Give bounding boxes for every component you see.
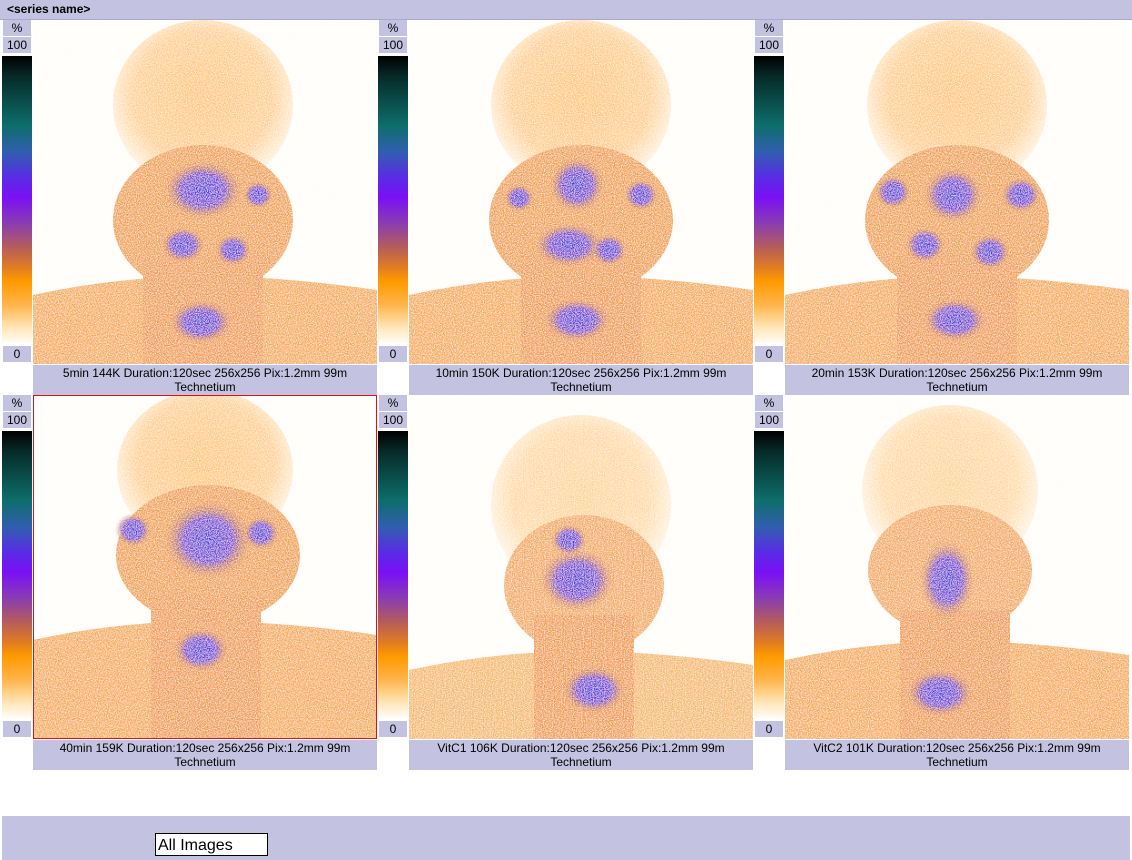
- image-caption: 40min 159K Duration:120sec 256x256 Pix:1…: [33, 740, 377, 770]
- caption-line2: Technetium: [926, 755, 988, 769]
- scan-image-20min[interactable]: [785, 20, 1129, 364]
- scale-min-label: 0: [379, 346, 407, 362]
- scale-unit-label: %: [379, 20, 407, 36]
- caption-line2: Technetium: [550, 380, 612, 394]
- scale-max-label: 100: [755, 412, 783, 428]
- scale-max-label: 100: [3, 412, 31, 428]
- scale-min-label: 0: [3, 346, 31, 362]
- scale-unit-label: %: [379, 395, 407, 411]
- color-scale-bar: [754, 56, 784, 345]
- color-scale-bar: [2, 56, 32, 345]
- color-scale-bar: [378, 431, 408, 720]
- scale-max-label: 100: [3, 37, 31, 53]
- scale-unit-label: %: [755, 395, 783, 411]
- scan-image-5min[interactable]: [33, 20, 377, 364]
- caption-line2: Technetium: [926, 380, 988, 394]
- scan-image-10min[interactable]: [409, 20, 753, 364]
- scale-min-label: 0: [379, 721, 407, 737]
- caption-line2: Technetium: [174, 380, 236, 394]
- image-caption: VitC2 101K Duration:120sec 256x256 Pix:1…: [785, 740, 1129, 770]
- scale-max-label: 100: [755, 37, 783, 53]
- caption-line1: 5min 144K Duration:120sec 256x256 Pix:1.…: [62, 366, 348, 380]
- scale-min-label: 0: [755, 346, 783, 362]
- color-scale-bar: [2, 431, 32, 720]
- scale-unit-label: %: [3, 395, 31, 411]
- color-scale-bar: [378, 56, 408, 345]
- caption-line1: 10min 150K Duration:120sec 256x256 Pix:1…: [435, 366, 727, 380]
- image-caption: 20min 153K Duration:120sec 256x256 Pix:1…: [785, 365, 1129, 395]
- caption-line1: VitC1 106K Duration:120sec 256x256 Pix:1…: [437, 741, 725, 755]
- caption-line2: Technetium: [550, 755, 612, 769]
- caption-line1: VitC2 101K Duration:120sec 256x256 Pix:1…: [813, 741, 1101, 755]
- scale-max-label: 100: [379, 412, 407, 428]
- scan-image-40min[interactable]: [33, 395, 377, 739]
- image-caption: 5min 144K Duration:120sec 256x256 Pix:1.…: [33, 365, 377, 395]
- scan-image-vitc1[interactable]: [409, 395, 753, 739]
- caption-line1: 40min 159K Duration:120sec 256x256 Pix:1…: [59, 741, 351, 755]
- image-caption: VitC1 106K Duration:120sec 256x256 Pix:1…: [409, 740, 753, 770]
- caption-line1: 20min 153K Duration:120sec 256x256 Pix:1…: [811, 366, 1103, 380]
- image-caption: 10min 150K Duration:120sec 256x256 Pix:1…: [409, 365, 753, 395]
- color-scale-bar: [754, 431, 784, 720]
- scale-max-label: 100: [379, 37, 407, 53]
- scale-unit-label: %: [3, 20, 31, 36]
- scale-min-label: 0: [755, 721, 783, 737]
- scan-image-vitc2[interactable]: [785, 395, 1129, 739]
- caption-line2: Technetium: [174, 755, 236, 769]
- scale-unit-label: %: [755, 20, 783, 36]
- image-selection-dropdown[interactable]: All Images: [155, 833, 268, 856]
- footer-strip: [2, 816, 1130, 830]
- scale-min-label: 0: [3, 721, 31, 737]
- series-title-bar: <series name>: [0, 0, 1132, 20]
- series-name: <series name>: [7, 2, 91, 16]
